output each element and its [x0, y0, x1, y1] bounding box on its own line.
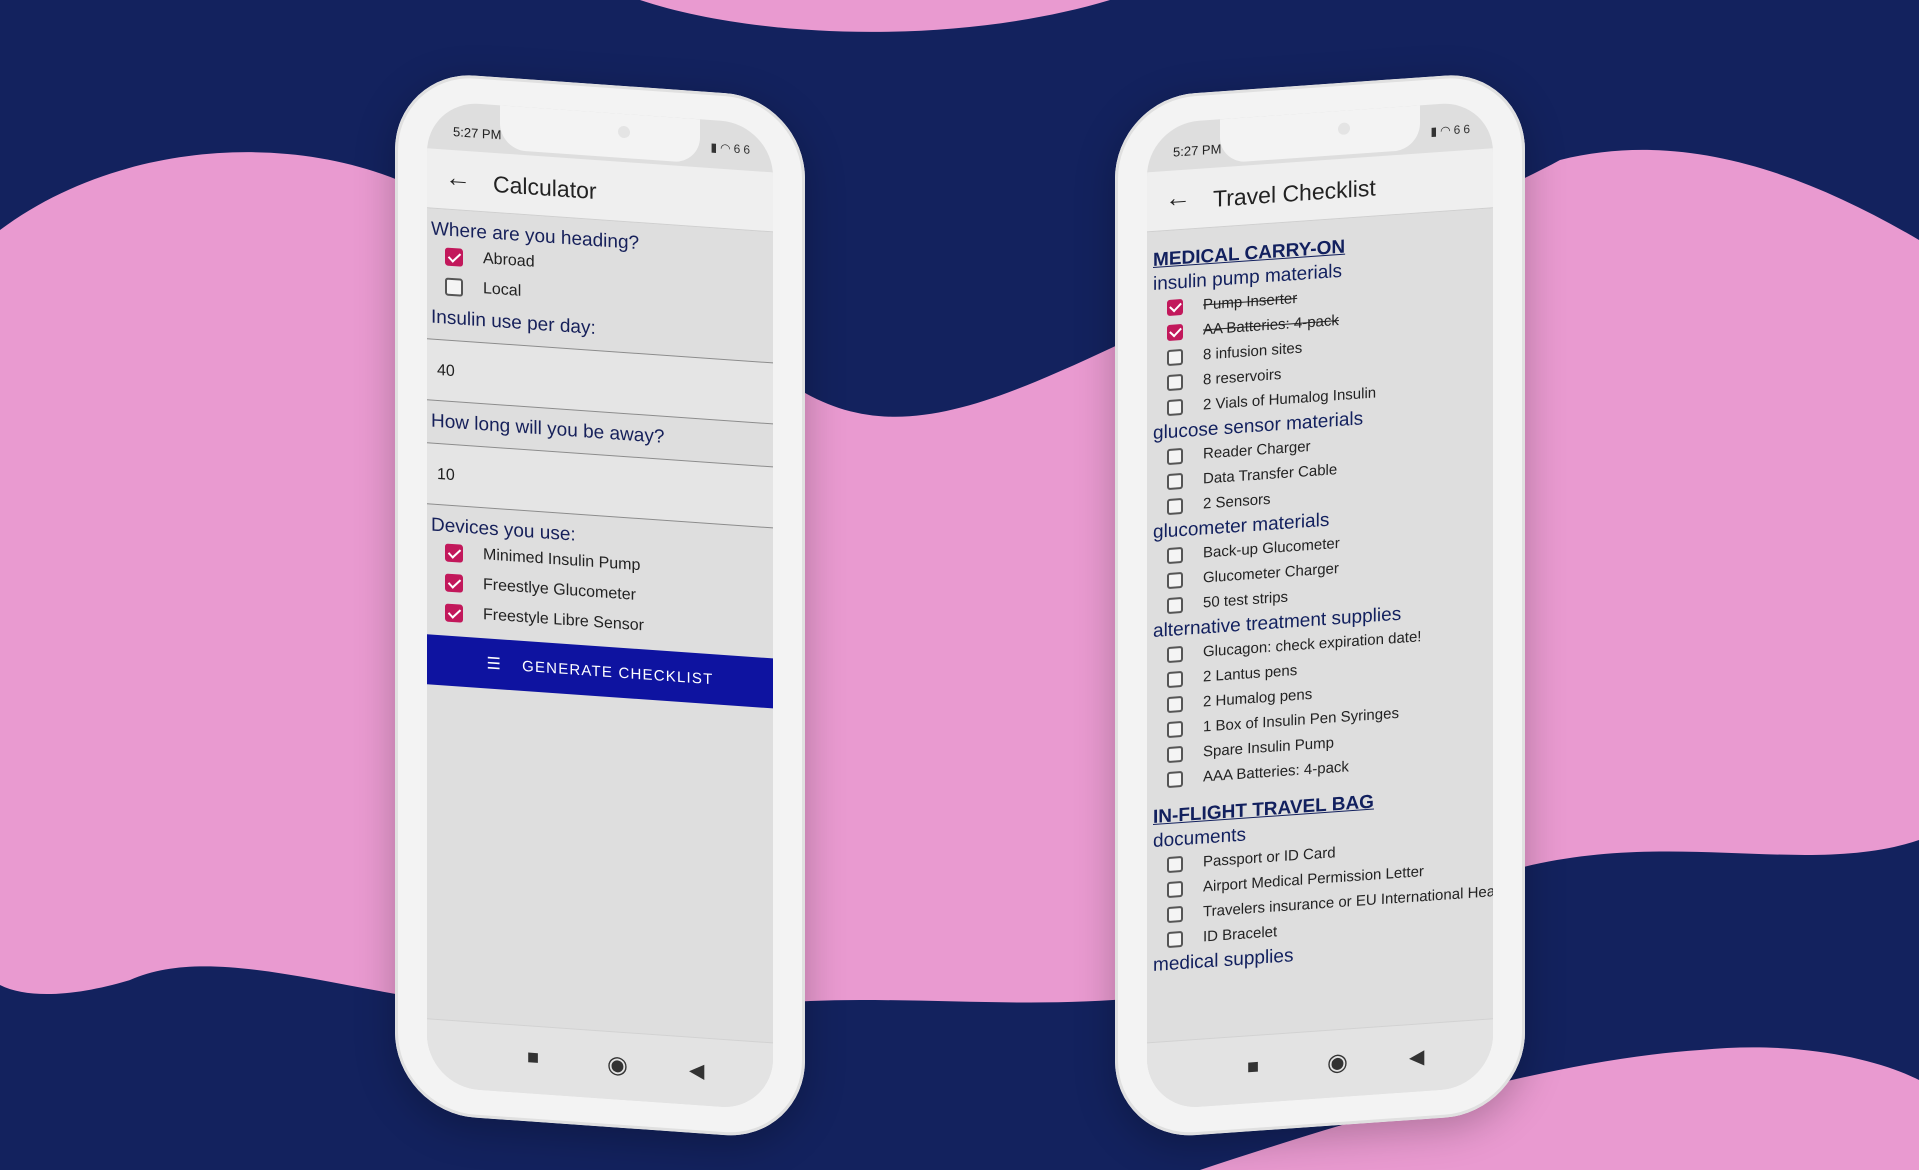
- checkbox-label: Freestlye Glucometer: [483, 576, 636, 604]
- wifi-icon: ◠: [720, 140, 734, 156]
- battery-icon: 66: [1453, 121, 1473, 137]
- phone-calculator: 5:27 PM ▮◠66 ← Calculator Where are you …: [395, 70, 805, 1141]
- checklist-screen: 5:27 PM ▮◠66 ← Travel Checklist MEDICAL …: [1147, 100, 1493, 1111]
- calculator-screen: 5:27 PM ▮◠66 ← Calculator Where are you …: [427, 100, 773, 1111]
- arrow-left-icon[interactable]: ←: [445, 161, 471, 194]
- checklist-checkbox[interactable]: [1167, 373, 1183, 391]
- back-triangle-icon[interactable]: ◀: [689, 1058, 704, 1084]
- signal-icon: ▮: [710, 140, 721, 155]
- signal-icon: ▮: [1430, 123, 1441, 139]
- checklist-item-label: ID Bracelet: [1203, 923, 1278, 946]
- checklist-checkbox[interactable]: [1167, 323, 1183, 341]
- checklist-checkbox[interactable]: [1167, 472, 1183, 490]
- checkbox-abroad[interactable]: [445, 247, 463, 267]
- wifi-icon: ◠: [1440, 122, 1454, 138]
- status-time: 5:27 PM: [453, 124, 502, 143]
- status-icons: ▮◠66: [1431, 122, 1473, 139]
- checklist-checkbox[interactable]: [1167, 298, 1183, 316]
- phone-checklist: 5:27 PM ▮◠66 ← Travel Checklist MEDICAL …: [1115, 70, 1525, 1141]
- checklist-checkbox[interactable]: [1167, 447, 1183, 465]
- checklist-item-label: 2 Humalog pens: [1203, 685, 1313, 711]
- checklist-checkbox[interactable]: [1167, 546, 1183, 564]
- checkbox-label: Freestyle Libre Sensor: [483, 606, 644, 635]
- checklist-checkbox[interactable]: [1167, 645, 1183, 663]
- page-title: Calculator: [493, 170, 597, 205]
- checkbox-local[interactable]: [445, 277, 463, 297]
- status-icons: ▮◠66: [711, 140, 753, 157]
- checklist-checkbox[interactable]: [1167, 720, 1183, 738]
- checklist-checkbox[interactable]: [1167, 670, 1183, 688]
- checklist-item-label: 2 Lantus pens: [1203, 661, 1298, 686]
- checklist-item-label: Reader Charger: [1203, 437, 1311, 463]
- checklist-checkbox[interactable]: [1167, 348, 1183, 366]
- checklist-checkbox[interactable]: [1167, 571, 1183, 589]
- calculator-form: Where are you heading? Abroad Local Insu…: [427, 212, 773, 1040]
- list-icon: ☰: [486, 655, 503, 674]
- checkbox-glucometer[interactable]: [445, 573, 463, 593]
- checklist-checkbox[interactable]: [1167, 745, 1183, 763]
- battery-icon: 66: [733, 141, 753, 158]
- button-label: GENERATE CHECKLIST: [522, 657, 714, 688]
- pink-wave-top: [640, 0, 1110, 32]
- recents-icon[interactable]: ■: [527, 1046, 539, 1070]
- checkbox-label: Local: [483, 280, 522, 300]
- back-triangle-icon[interactable]: ◀: [1409, 1044, 1424, 1070]
- pink-wave-main: [0, 149, 1919, 1013]
- checklist-item-label: Pump Inserter: [1203, 289, 1298, 314]
- page-title: Travel Checklist: [1213, 174, 1376, 212]
- checklist-checkbox[interactable]: [1167, 930, 1183, 948]
- checklist-checkbox[interactable]: [1167, 905, 1183, 923]
- background-waves: [0, 0, 1919, 1170]
- duration-input[interactable]: 10: [427, 442, 773, 529]
- checklist-item-label: AAA Batteries: 4-pack: [1203, 758, 1349, 786]
- checklist-checkbox[interactable]: [1167, 497, 1183, 515]
- home-icon[interactable]: ◉: [607, 1050, 628, 1080]
- checklist-item-label: 8 infusion sites: [1203, 339, 1303, 364]
- checklist-checkbox[interactable]: [1167, 596, 1183, 614]
- home-icon[interactable]: ◉: [1327, 1047, 1348, 1077]
- checklist-item-label: 8 reservoirs: [1203, 366, 1282, 389]
- checkbox-sensor[interactable]: [445, 603, 463, 623]
- checklist-item-label: 2 Sensors: [1203, 490, 1271, 513]
- checklist-checkbox[interactable]: [1167, 770, 1183, 788]
- checklist-checkbox[interactable]: [1167, 855, 1183, 873]
- status-time: 5:27 PM: [1173, 141, 1222, 160]
- checkbox-label: Minimed Insulin Pump: [483, 546, 641, 575]
- checklist-item-label: 50 test strips: [1203, 588, 1289, 612]
- checklist-checkbox[interactable]: [1167, 880, 1183, 898]
- checkbox-label: Abroad: [483, 250, 535, 271]
- travel-checklist: MEDICAL CARRY-ON insulin pump materials Pu…: [1147, 212, 1493, 1040]
- checklist-checkbox[interactable]: [1167, 695, 1183, 713]
- arrow-left-icon[interactable]: ←: [1165, 181, 1191, 214]
- checklist-checkbox[interactable]: [1167, 398, 1183, 416]
- checkbox-pump[interactable]: [445, 543, 463, 563]
- insulin-input[interactable]: 40: [427, 338, 773, 425]
- recents-icon[interactable]: ■: [1247, 1056, 1259, 1080]
